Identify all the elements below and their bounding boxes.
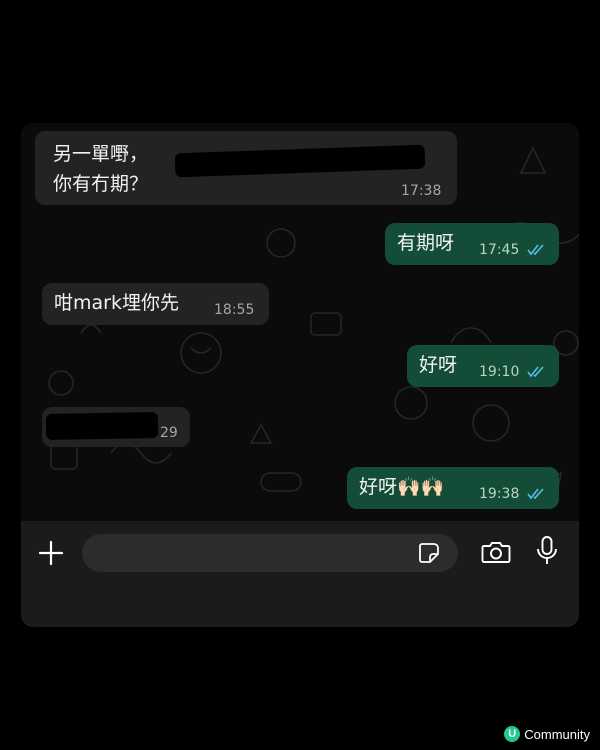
redaction-mark xyxy=(45,412,159,440)
incoming-message[interactable]: 另一單嘢， 你有冇期？ 17:38 xyxy=(35,131,457,205)
message-time: 19:38 xyxy=(479,486,520,502)
microphone-icon xyxy=(537,536,557,564)
read-receipt-icon xyxy=(527,488,544,500)
camera-button[interactable] xyxy=(479,535,513,569)
message-time: 17:38 xyxy=(401,183,442,199)
voice-message-button[interactable] xyxy=(531,533,563,569)
message-time: 19:10 xyxy=(479,364,520,380)
message-time: 29 xyxy=(160,425,178,441)
community-watermark: U Community xyxy=(504,726,590,742)
sticker-icon xyxy=(419,543,439,563)
redaction-mark xyxy=(174,144,426,178)
outgoing-message[interactable]: 好呀🙌🏻🙌🏻 19:38 xyxy=(347,467,559,509)
read-receipt-icon xyxy=(527,244,544,256)
outgoing-message[interactable]: 有期呀 17:45 xyxy=(385,223,559,265)
message-time: 18:55 xyxy=(214,302,255,318)
message-text: 有期呀 xyxy=(397,232,455,254)
chat-window: 另一單嘢， 你有冇期？ 17:38 有期呀 17:45 咁mark埋你先 18:… xyxy=(21,123,579,627)
message-composer xyxy=(21,521,579,627)
message-text: 咁mark埋你先 xyxy=(54,292,179,314)
message-text: 好呀 xyxy=(419,354,458,376)
plus-icon xyxy=(38,540,64,566)
incoming-message[interactable]: 29 xyxy=(42,407,190,447)
message-text: 另一單嘢， 你有冇期？ xyxy=(53,143,149,195)
message-time: 17:45 xyxy=(479,242,520,258)
add-attachment-button[interactable] xyxy=(35,537,67,569)
community-logo: U xyxy=(504,726,521,742)
sticker-button[interactable] xyxy=(416,540,442,566)
incoming-message[interactable]: 咁mark埋你先 18:55 xyxy=(42,283,269,325)
outgoing-message[interactable]: 好呀 19:10 xyxy=(407,345,559,387)
camera-icon xyxy=(481,542,511,563)
watermark-text: Community xyxy=(524,726,590,742)
message-input[interactable] xyxy=(96,534,410,574)
read-receipt-icon xyxy=(527,366,544,378)
message-text: 好呀🙌🏻🙌🏻 xyxy=(359,476,445,498)
message-input-box[interactable] xyxy=(82,534,458,574)
